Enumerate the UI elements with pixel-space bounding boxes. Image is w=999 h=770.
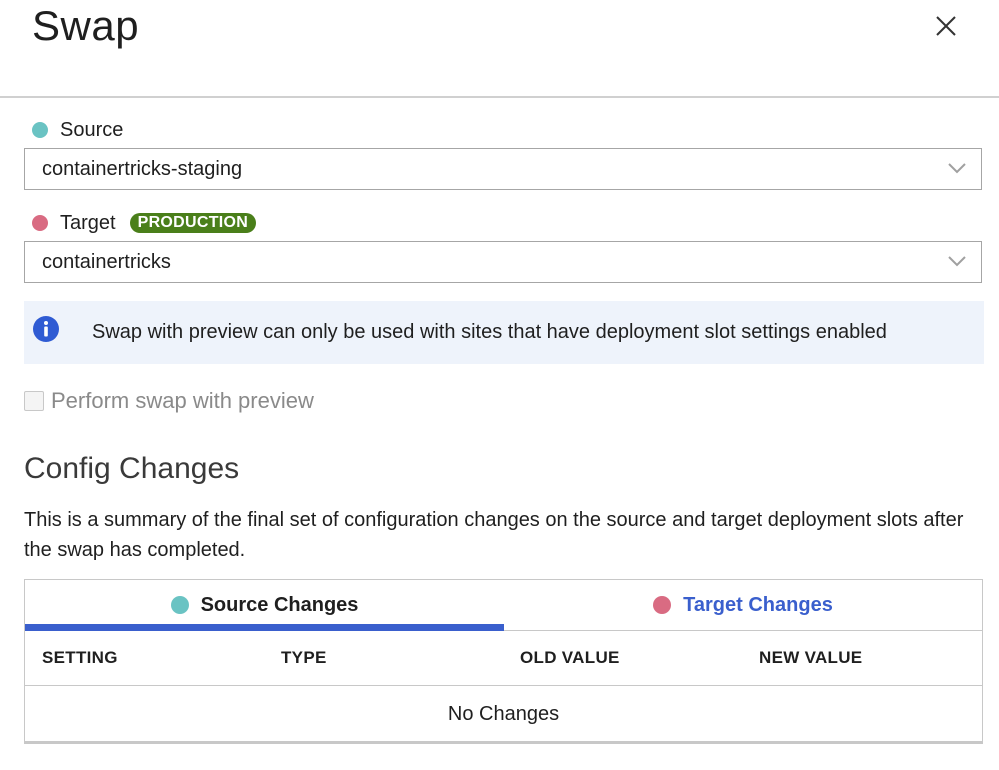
changes-tabs: Source Changes Target Changes xyxy=(25,580,982,631)
info-banner: Swap with preview can only be used with … xyxy=(24,301,984,364)
config-changes-table: Source Changes Target Changes SETTING TY… xyxy=(24,579,983,744)
dialog-title: Swap xyxy=(32,2,140,49)
tab-source-changes[interactable]: Source Changes xyxy=(25,580,504,631)
column-header-old-value: OLD VALUE xyxy=(520,648,620,667)
source-label: Source xyxy=(60,118,124,141)
target-label: Target xyxy=(60,211,116,234)
info-icon xyxy=(33,316,59,342)
table-header: SETTING TYPE OLD VALUE NEW VALUE xyxy=(25,630,982,686)
tab-source-changes-label: Source Changes xyxy=(200,593,359,616)
column-header-type: TYPE xyxy=(281,648,327,667)
no-changes-message: No Changes xyxy=(447,702,560,725)
production-badge: PRODUCTION xyxy=(129,213,257,233)
source-label-row: Source xyxy=(32,117,123,143)
column-header-new-value: NEW VALUE xyxy=(759,648,863,667)
source-slot-value: containertricks-staging xyxy=(42,158,243,180)
info-message: Swap with preview can only be used with … xyxy=(92,321,887,343)
chevron-down-icon xyxy=(948,163,966,174)
target-slot-dropdown[interactable]: containertricks xyxy=(24,241,982,283)
dialog-header: Swap xyxy=(0,0,999,98)
swap-preview-checkbox[interactable] xyxy=(24,391,44,411)
source-dot-icon xyxy=(32,122,48,138)
config-changes-title: Config Changes xyxy=(24,452,240,485)
target-label-row: Target PRODUCTION xyxy=(32,210,257,236)
source-dot-icon xyxy=(170,596,189,614)
tab-target-changes[interactable]: Target Changes xyxy=(504,580,982,630)
target-slot-value: containertricks xyxy=(42,251,171,273)
swap-preview-label: Perform swap with preview xyxy=(51,388,314,413)
target-dot-icon xyxy=(32,215,48,231)
target-dot-icon xyxy=(653,596,672,614)
tab-target-changes-label: Target Changes xyxy=(683,593,833,616)
source-slot-dropdown[interactable]: containertricks-staging xyxy=(24,148,982,190)
close-icon[interactable] xyxy=(930,10,962,42)
column-header-setting: SETTING xyxy=(42,648,118,667)
config-changes-description: This is a summary of the final set of co… xyxy=(24,509,964,561)
chevron-down-icon xyxy=(948,256,966,267)
swap-preview-option[interactable]: Perform swap with preview xyxy=(24,388,314,414)
